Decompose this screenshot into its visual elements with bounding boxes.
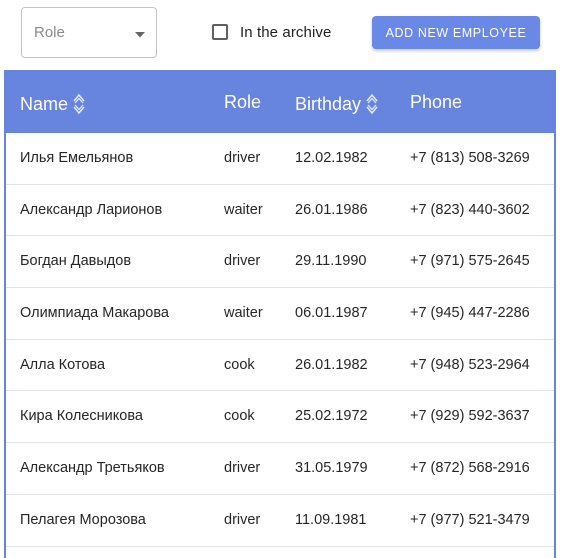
cell-birthday: 11.09.1981 [295, 511, 367, 528]
cell-name: Кира Колесникова [20, 408, 143, 425]
cell-phone: +7 (813) 508-3269 [410, 150, 530, 166]
archive-checkbox[interactable] [212, 24, 228, 40]
cell-birthday: 06.01.1987 [295, 305, 368, 322]
role-select[interactable]: Role [21, 7, 157, 58]
cell-birthday: 26.01.1982 [295, 356, 368, 373]
cell-name: Пелагея Морозова [20, 511, 146, 528]
cell-name: Олимпиада Макарова [20, 305, 169, 322]
column-header-birthday[interactable]: Birthday [295, 92, 379, 116]
archive-filter[interactable]: In the archive [212, 23, 331, 41]
table-row[interactable]: Алла Котова cook 26.01.1982 +7 (948) 523… [6, 340, 554, 392]
table-row[interactable]: Илья Емельянов driver 12.02.1982 +7 (813… [6, 133, 554, 185]
cell-role: cook [224, 356, 255, 373]
column-header-birthday-label: Birthday [295, 93, 362, 114]
cell-phone: +7 (945) 447-2286 [410, 305, 530, 322]
table-row[interactable]: Олимпиада Макарова waiter 06.01.1987 +7 … [6, 288, 554, 340]
cell-role: waiter [224, 305, 263, 322]
cell-role: driver [224, 253, 261, 270]
sort-icon[interactable] [365, 92, 379, 116]
cell-phone: +7 (872) 568-2916 [410, 460, 530, 477]
cell-phone: +7 (977) 521-3479 [410, 511, 530, 528]
table-row[interactable]: Александр Третьяков driver 31.05.1979 +7… [6, 443, 554, 495]
caret-down-icon [135, 32, 145, 38]
cell-birthday: 25.02.1972 [295, 408, 368, 425]
cell-name: Богдан Давыдов [20, 253, 132, 270]
sort-icon[interactable] [72, 92, 86, 116]
cell-birthday: 26.01.1986 [295, 201, 368, 218]
column-header-role: Role [224, 92, 261, 113]
cell-birthday: 31.05.1979 [295, 460, 368, 477]
column-header-name-label: Name [20, 93, 69, 114]
cell-name: Александр Третьяков [20, 460, 165, 477]
cell-phone: +7 (971) 575-2645 [410, 253, 530, 270]
cell-role: driver [224, 460, 261, 477]
cell-birthday: 12.02.1982 [295, 150, 368, 166]
employee-table: Name Role Birthday Phone Илья Емельянов … [4, 70, 556, 558]
role-select-placeholder: Role [34, 24, 65, 41]
table-row[interactable]: Александр Ларионов waiter 26.01.1986 +7 … [6, 185, 554, 237]
cell-birthday: 29.11.1990 [295, 253, 367, 270]
column-header-phone-label: Phone [410, 92, 463, 112]
column-header-name[interactable]: Name [20, 92, 86, 116]
cell-phone: +7 (948) 523-2964 [410, 356, 530, 373]
cell-phone: +7 (929) 592-3637 [410, 408, 530, 425]
column-header-phone: Phone [410, 92, 462, 113]
table-row[interactable]: Кира Колесникова cook 25.02.1972 +7 (929… [6, 391, 554, 444]
cell-name: Алла Котова [20, 356, 106, 373]
cell-name: Илья Емельянов [20, 150, 134, 166]
cell-name: Александр Ларионов [20, 201, 163, 218]
cell-role: driver [224, 150, 261, 166]
archive-checkbox-label: In the archive [240, 23, 332, 41]
employee-list-page: Role In the archive ADD NEW EMPLOYEE Nam… [0, 0, 564, 558]
table-header: Name Role Birthday Phone [6, 72, 554, 133]
table-body: Илья Емельянов driver 12.02.1982 +7 (813… [6, 133, 554, 547]
table-row[interactable]: Богдан Давыдов driver 29.11.1990 +7 (971… [6, 236, 554, 289]
cell-role: cook [224, 408, 255, 425]
cell-role: driver [224, 511, 261, 528]
cell-role: waiter [224, 201, 263, 218]
table-row[interactable]: Пелагея Морозова driver 11.09.1981 +7 (9… [6, 495, 554, 547]
add-new-employee-button[interactable]: ADD NEW EMPLOYEE [372, 16, 540, 49]
cell-phone: +7 (823) 440-3602 [410, 201, 530, 218]
column-header-role-label: Role [224, 92, 262, 112]
